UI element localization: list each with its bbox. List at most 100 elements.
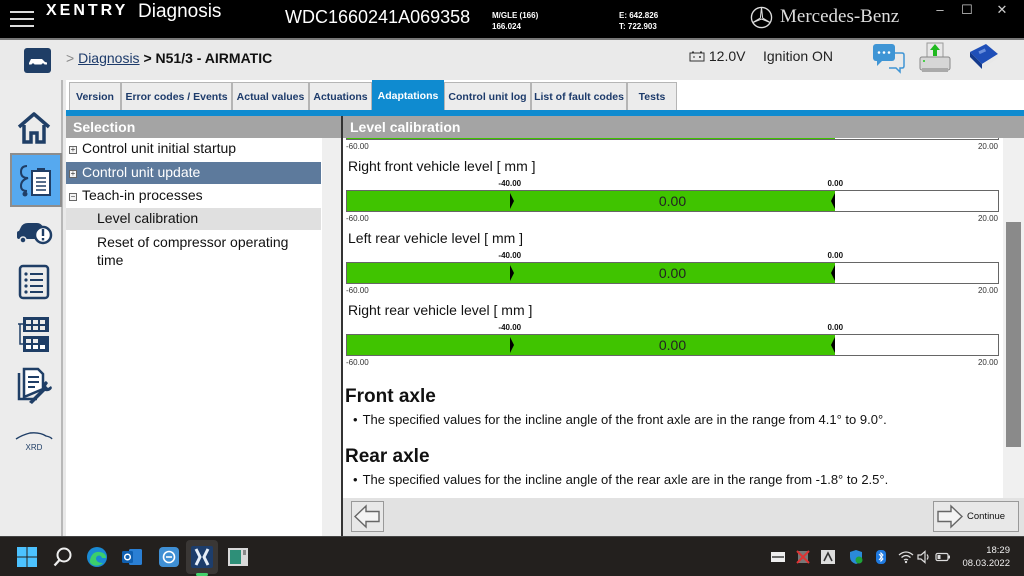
continue-button[interactable]: Continue — [933, 501, 1019, 532]
engine-transmission-info: E: 642.826 T: 722.903 — [619, 10, 658, 32]
tree-item-label: Teach-in processes — [82, 187, 203, 203]
tray-link-icon[interactable] — [820, 549, 836, 565]
blue-app-icon[interactable] — [157, 545, 181, 569]
search-icon[interactable] — [51, 545, 75, 569]
ignition-status: Ignition ON — [763, 48, 834, 64]
tab-adaptations[interactable]: Adaptations — [372, 80, 444, 110]
gauge-upper-limit-label: 0.00 — [827, 251, 844, 260]
minimize-button[interactable]: – — [926, 2, 954, 18]
back-button[interactable] — [351, 501, 384, 532]
tab-actuations[interactable]: Actuations — [309, 82, 372, 110]
car-warning-icon — [17, 223, 53, 245]
app-brand: XENTRY — [46, 2, 129, 19]
print-upload-icon[interactable] — [918, 42, 952, 74]
home-icon — [17, 112, 51, 144]
vehicle-button[interactable] — [24, 48, 51, 73]
edge-browser-icon[interactable] — [85, 545, 109, 569]
vin-display: WDC1660241A069358 — [285, 7, 471, 27]
tab-tests[interactable]: Tests — [627, 82, 677, 110]
model-name: M/GLE (166) — [492, 11, 539, 20]
tray-security-shield-icon[interactable] — [848, 549, 864, 565]
gauge-min-label: -60.00 — [346, 358, 369, 367]
rail-vehicle-fault[interactable] — [12, 210, 56, 254]
engine-code: E: 642.826 — [619, 11, 659, 20]
mercedes-star-icon — [750, 6, 773, 29]
tray-wifi-icon[interactable] — [898, 549, 914, 565]
tab-actual-values[interactable]: Actual values — [232, 82, 309, 110]
tree-item-label: Control unit initial startup — [82, 140, 237, 156]
tab-error-codes[interactable]: Error codes / Events — [121, 82, 232, 110]
outlook-icon[interactable] — [120, 545, 144, 569]
gauge-title: Right front vehicle level [ mm ] — [348, 158, 536, 174]
model-code: 166.024 — [492, 22, 521, 31]
chat-support-icon[interactable] — [871, 42, 905, 74]
gauge-value: 0.00 — [658, 337, 687, 353]
car-icon — [29, 59, 47, 67]
continue-label: Continue — [967, 511, 1006, 522]
expand-icon[interactable]: + — [69, 146, 77, 154]
gauge-max-label: 20.00 — [977, 358, 998, 367]
rail-control-units[interactable] — [12, 313, 56, 357]
gauge-upper-limit-label: 0.00 — [827, 179, 844, 188]
hamburger-menu-icon[interactable] — [10, 8, 34, 28]
windows-start-icon[interactable] — [15, 545, 39, 569]
battery-icon — [689, 51, 705, 62]
breadcrumb-separator: > — [66, 50, 75, 66]
xrd-car-outline-icon: XRD — [15, 432, 53, 452]
manual-book-icon[interactable] — [966, 42, 1000, 74]
document-wrench-icon — [17, 367, 52, 404]
rail-list[interactable] — [12, 260, 56, 304]
control-units-grid-icon — [18, 317, 49, 352]
window-app-icon[interactable] — [226, 545, 250, 569]
selection-scrollbar-track[interactable] — [322, 138, 341, 536]
maximize-button[interactable]: ☐ — [953, 2, 981, 18]
tree-item-label: Reset of compressor operating time — [97, 233, 288, 269]
content-scrollbar-track[interactable] — [1003, 138, 1024, 498]
gauge-value: 0.00 — [658, 193, 687, 209]
navigation-bar: Continue — [343, 498, 1024, 536]
gauge-bar: 0.00 — [346, 334, 999, 356]
tray-network-adapter-icon[interactable] — [770, 549, 786, 565]
arrow-left-icon — [353, 504, 380, 529]
rail-service-docs[interactable] — [12, 364, 56, 408]
gauge-lower-limit-label: -40.00 — [498, 179, 522, 188]
tab-control-unit-log[interactable]: Control unit log — [444, 82, 531, 110]
tree-item-label: Level calibration — [97, 210, 199, 226]
collapse-icon[interactable]: − — [69, 193, 77, 201]
rail-diagnosis[interactable] — [10, 153, 62, 207]
taskbar-clock[interactable]: 18:29 08.03.2022 — [958, 544, 1010, 570]
tray-battery-icon[interactable] — [935, 549, 951, 565]
gauge-upper-limit-label: 0.00 — [827, 323, 844, 332]
tree-item-teach-in-processes[interactable]: − Teach-in processes — [66, 185, 321, 207]
xentry-app-icon[interactable] — [190, 545, 214, 569]
tree-item-control-unit-update[interactable]: + Control unit update — [66, 162, 321, 184]
transmission-code: T: 722.903 — [619, 22, 657, 31]
tab-list-of-fault-codes[interactable]: List of fault codes — [531, 82, 627, 110]
tray-volume-icon[interactable] — [916, 549, 932, 565]
tree-item-level-calibration[interactable]: Level calibration — [66, 208, 321, 230]
gauge-lower-limit-label: -40.00 — [498, 251, 522, 260]
voltage-value: 12.0V — [708, 48, 746, 64]
left-navigation-rail: XRD — [0, 80, 63, 536]
gauge-right-rear-level: Right rear vehicle level [ mm ] -40.00 0… — [346, 302, 1000, 372]
close-button[interactable]: ✕ — [988, 2, 1016, 18]
breadcrumb-link-diagnosis[interactable]: Diagnosis — [78, 50, 139, 66]
tree-item-reset-compressor-time[interactable]: Reset of compressor operating time — [66, 231, 321, 269]
clock-time: 18:29 — [986, 545, 1010, 556]
tray-bluetooth-icon[interactable] — [873, 549, 889, 565]
tab-version[interactable]: Version — [69, 82, 121, 110]
arrow-right-icon — [937, 504, 964, 529]
selection-tree: + Control unit initial startup + Control… — [66, 138, 321, 536]
list-icon — [18, 264, 50, 300]
expand-icon[interactable]: + — [69, 170, 77, 178]
xrd-label: XRD — [26, 443, 43, 452]
gauge-max-label: 20.00 — [977, 214, 998, 223]
gauge-lower-limit-label: -40.00 — [498, 323, 522, 332]
content-scrollbar-thumb[interactable] — [1006, 222, 1021, 447]
gauge-max-label: 20.00 — [977, 142, 998, 151]
rail-home[interactable] — [12, 106, 56, 150]
selection-header: Selection — [66, 116, 341, 138]
tree-item-control-unit-initial-startup[interactable]: + Control unit initial startup — [66, 138, 321, 160]
rail-xrd[interactable]: XRD — [12, 420, 56, 464]
tray-disconnected-icon[interactable] — [795, 549, 811, 565]
